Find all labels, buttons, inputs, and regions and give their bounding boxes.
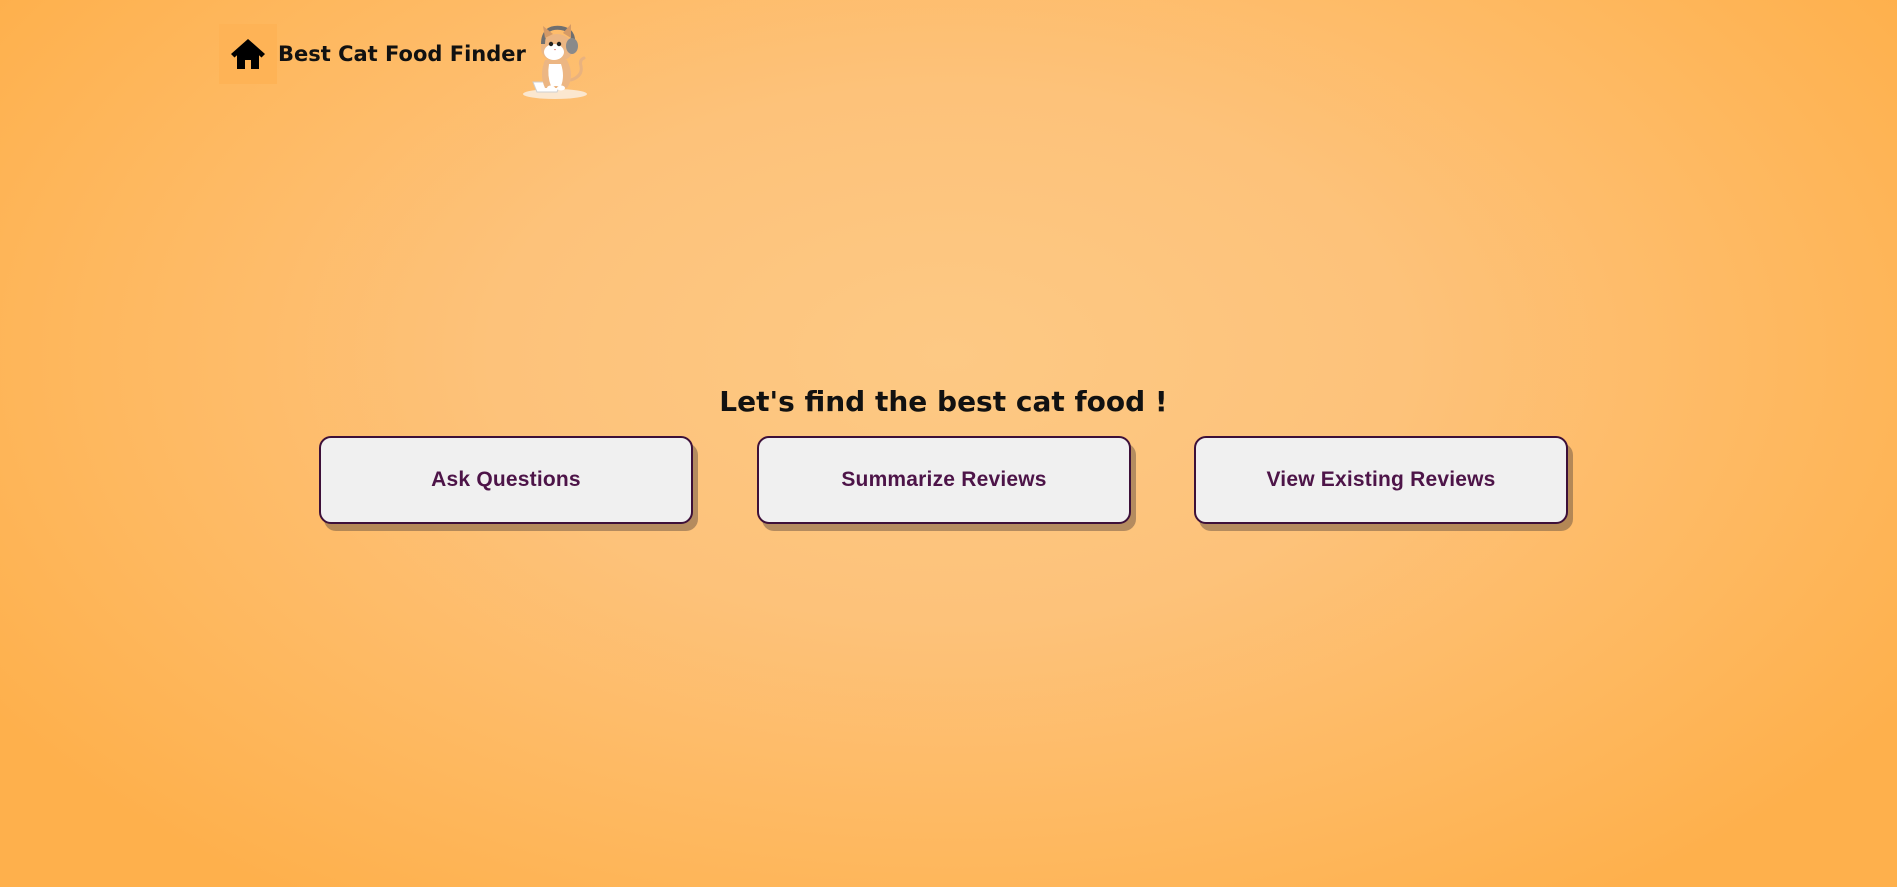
view-existing-reviews-button[interactable]: View Existing Reviews (1194, 436, 1568, 524)
summarize-reviews-button[interactable]: Summarize Reviews (757, 436, 1131, 524)
home-icon (231, 39, 265, 69)
cat-mascot-illustration (523, 24, 587, 99)
app-title: Best Cat Food Finder (278, 42, 526, 66)
ask-questions-button[interactable]: Ask Questions (319, 436, 693, 524)
page-heading: Let's find the best cat food ! (719, 385, 1168, 418)
home-button[interactable] (219, 24, 277, 84)
app-header: Best Cat Food Finder (219, 24, 526, 84)
